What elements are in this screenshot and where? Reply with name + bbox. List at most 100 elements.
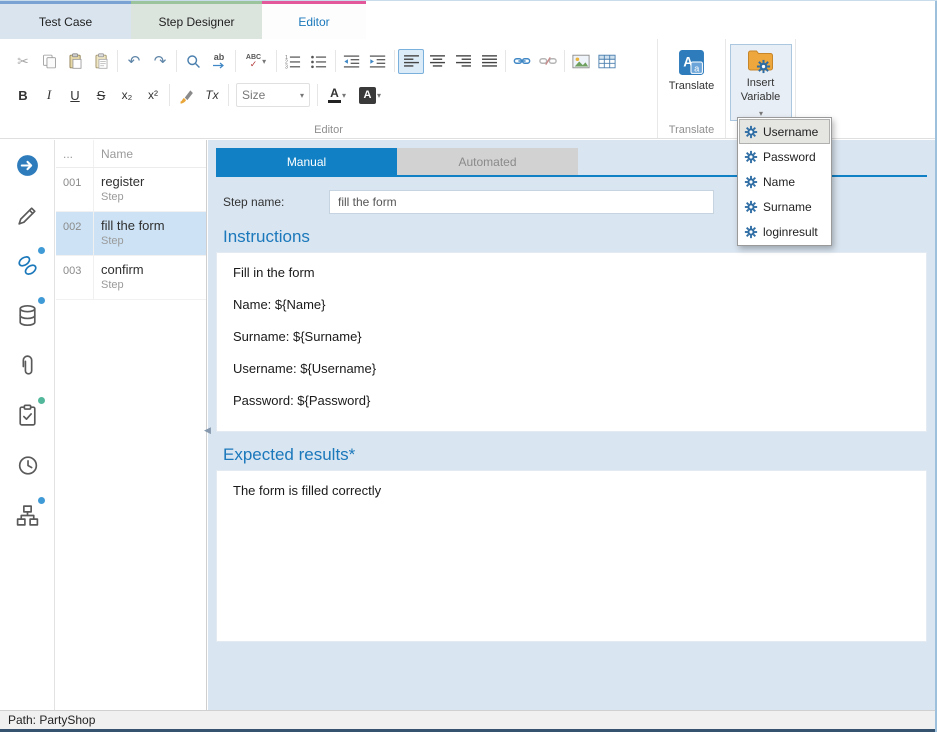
instructions-editor[interactable]: Fill in the form Name: ${Name} Surname: … [216, 252, 927, 432]
step-name-input[interactable] [329, 190, 714, 214]
numbered-list-button[interactable]: 123 [280, 49, 306, 74]
database-icon [15, 303, 40, 328]
ribbon-group-translate-label: Translate [658, 124, 725, 136]
expected-results-editor[interactable]: The form is filled correctly [216, 470, 927, 642]
instructions-line: Username: ${Username} [233, 362, 910, 376]
replace-icon: ab [212, 53, 226, 69]
magnifier-icon [185, 53, 202, 70]
font-color-icon: A [328, 87, 341, 103]
step-number: 002 [56, 212, 94, 255]
step-row-003[interactable]: 003 confirm Step [56, 256, 206, 300]
sidebar-item-steps[interactable] [0, 240, 54, 290]
decrease-indent-button[interactable] [339, 49, 365, 74]
remove-format-icon: Tx [205, 88, 218, 102]
translate-button[interactable]: Aa Translate [661, 44, 723, 97]
insert-image-button[interactable] [568, 49, 594, 74]
format-painter-button[interactable] [173, 83, 199, 108]
align-left-button[interactable] [398, 49, 424, 74]
insert-variable-label-2: Variable [741, 91, 781, 103]
clipboard-check-icon [15, 403, 40, 428]
splitter-collapse-icon[interactable]: ◀ [204, 425, 211, 436]
italic-button[interactable]: I [36, 83, 62, 108]
instructions-line: Surname: ${Surname} [233, 330, 910, 344]
underline-icon: U [70, 88, 79, 103]
increase-indent-icon [369, 54, 387, 69]
paste-icon [67, 53, 84, 70]
step-type: Step [101, 279, 206, 291]
spellcheck-button[interactable]: ABC ✓ ▾ [239, 49, 273, 74]
sidebar-item-attachments[interactable] [0, 340, 54, 390]
document-tabbar: Test Case Step Designer Editor [0, 1, 937, 39]
menu-item-label: Password [763, 150, 816, 164]
gear-icon [744, 175, 758, 189]
instructions-line: Name: ${Name} [233, 298, 910, 312]
sidebar-item-edit[interactable] [0, 190, 54, 240]
remove-format-button[interactable]: Tx [199, 83, 225, 108]
paste-plain-button[interactable] [88, 49, 114, 74]
sidebar-item-history[interactable] [0, 440, 54, 490]
ribbon-row-1: ✂ ↶ ↷ ab [10, 46, 651, 76]
sidebar-item-data[interactable] [0, 290, 54, 340]
align-center-button[interactable] [424, 49, 450, 74]
subscript-button[interactable]: x₂ [114, 83, 140, 108]
tab-manual[interactable]: Manual [216, 148, 397, 175]
align-left-icon [403, 54, 420, 68]
chevron-down-icon: ▾ [262, 57, 266, 66]
redo-button[interactable]: ↷ [147, 49, 173, 74]
replace-button[interactable]: ab [206, 49, 232, 74]
insert-link-button[interactable] [509, 49, 535, 74]
align-right-button[interactable] [450, 49, 476, 74]
menu-item-loginresult[interactable]: loginresult [739, 219, 830, 244]
font-color-button[interactable]: A ▾ [321, 83, 353, 108]
unlink-icon [539, 52, 557, 70]
find-button[interactable] [180, 49, 206, 74]
paste-button[interactable] [62, 49, 88, 74]
strikethrough-button[interactable]: S [88, 83, 114, 108]
insert-variable-icon [747, 49, 774, 73]
redo-icon: ↷ [154, 52, 167, 70]
insert-table-button[interactable] [594, 49, 620, 74]
divider [176, 50, 177, 72]
step-row-001[interactable]: 001 register Step [56, 168, 206, 212]
copy-button[interactable] [36, 49, 62, 74]
underline-button[interactable]: U [62, 83, 88, 108]
gear-icon [744, 225, 758, 239]
tab-editor[interactable]: Editor [262, 1, 366, 39]
menu-item-username[interactable]: Username [739, 119, 830, 144]
tab-automated[interactable]: Automated [397, 148, 578, 175]
ribbon-group-editor-label: Editor [0, 124, 657, 136]
menu-item-surname[interactable]: Surname [739, 194, 830, 219]
undo-icon: ↶ [128, 52, 141, 70]
step-row-002[interactable]: 002 fill the form Step [56, 212, 206, 256]
menu-item-label: loginresult [763, 225, 818, 239]
bullet-list-button[interactable] [306, 49, 332, 74]
notification-dot [38, 397, 45, 404]
cut-button[interactable]: ✂ [10, 49, 36, 74]
divider [228, 84, 229, 106]
history-clock-icon [15, 453, 40, 478]
background-color-icon: A [359, 87, 376, 104]
tab-test-case[interactable]: Test Case [0, 1, 131, 39]
menu-item-name[interactable]: Name [739, 169, 830, 194]
background-color-button[interactable]: A ▾ [353, 83, 387, 108]
step-number: 003 [56, 256, 94, 299]
insert-variable-button[interactable]: Insert Variable ▾ [730, 44, 792, 121]
justify-button[interactable] [476, 49, 502, 74]
spellcheck-icon: ABC ✓ [246, 54, 261, 69]
gear-icon [744, 150, 758, 164]
chevron-down-icon: ▾ [377, 91, 381, 100]
font-size-dropdown[interactable]: Size ▾ [236, 83, 310, 107]
divider [335, 50, 336, 72]
superscript-button[interactable]: x² [140, 83, 166, 108]
sidebar-item-navigate[interactable] [0, 140, 54, 190]
remove-link-button[interactable] [535, 49, 561, 74]
subscript-icon: x₂ [122, 88, 133, 102]
bold-button[interactable]: B [10, 83, 36, 108]
sidebar-item-tasks[interactable] [0, 390, 54, 440]
tab-step-designer[interactable]: Step Designer [131, 1, 262, 39]
menu-item-password[interactable]: Password [739, 144, 830, 169]
sidebar-item-hierarchy[interactable] [0, 490, 54, 540]
italic-icon: I [47, 87, 51, 103]
undo-button[interactable]: ↶ [121, 49, 147, 74]
increase-indent-button[interactable] [365, 49, 391, 74]
